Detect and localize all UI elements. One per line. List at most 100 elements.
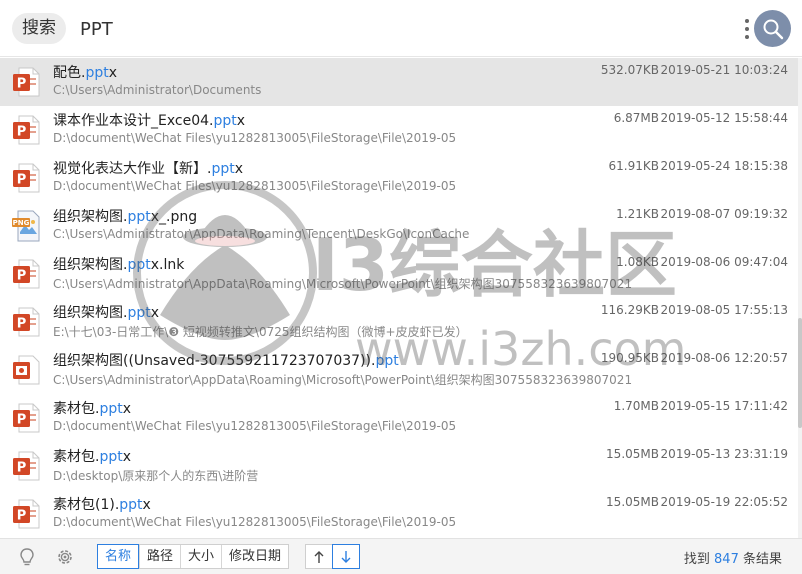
sort-ascending-button[interactable]	[306, 545, 332, 568]
scrollbar[interactable]	[798, 58, 802, 538]
result-row[interactable]: P 组织架构图.pptx E:\十七\03-日常工作\❸ 短视频转推文\0725组织…	[0, 298, 798, 346]
file-name: 课本作业本设计_Exce04.pptx	[53, 110, 245, 130]
svg-text:P: P	[17, 125, 27, 140]
file-name: 配色.pptx	[53, 62, 117, 82]
file-name-part: x_.png	[150, 209, 198, 225]
result-count-text: 找到 847 条结果	[684, 548, 782, 567]
file-name-part: x	[122, 401, 132, 417]
lightbulb-icon[interactable]	[17, 547, 37, 567]
result-row[interactable]: P 组织架构图.pptx.lnk C:\Users\Administrator\Ap…	[0, 250, 798, 298]
result-row[interactable]: 组织架构图((Unsaved-307559211723707037)).ppt C…	[0, 346, 798, 394]
match-highlight: ppt	[127, 209, 151, 225]
result-row[interactable]: P 素材包.pptx D:\document\WeChat Files\yu1282…	[0, 394, 798, 442]
result-count: 847	[714, 552, 739, 567]
file-path: C:\Users\Administrator\Documents	[53, 83, 262, 97]
scrollbar-thumb[interactable]	[798, 318, 802, 428]
match-highlight: ppt	[99, 401, 123, 417]
arrow-up-icon	[314, 550, 324, 563]
ppt-file-icon: P	[13, 307, 40, 337]
svg-text:P: P	[17, 269, 27, 284]
result-list: P 配色.pptx C:\Users\Administrator\Documents…	[0, 58, 798, 538]
file-name: 组织架构图.pptx	[53, 302, 159, 322]
match-highlight: ppt	[85, 65, 109, 81]
file-name-part: 组织架构图((Unsaved-307559211723707037)).	[53, 353, 376, 369]
file-name: 视觉化表达大作业【新】.pptx	[53, 158, 243, 178]
svg-text:PNG: PNG	[13, 219, 30, 227]
ppt-file-icon: P	[13, 163, 40, 193]
file-name-part: x	[142, 497, 151, 513]
result-suffix: 条结果	[738, 552, 782, 567]
file-size: 190.95KB	[600, 351, 659, 365]
svg-text:P: P	[17, 173, 27, 188]
match-highlight: ppt	[211, 161, 235, 177]
sort-option-button[interactable]: 名称	[97, 544, 140, 569]
file-path: E:\十七\03-日常工作\❸ 短视频转推文\0725组织结构图（微博+皮皮虾已…	[53, 325, 468, 339]
ppt-file-icon: P	[13, 67, 40, 97]
result-row[interactable]: PNG 组织架构图.pptx_.png C:\Users\Administrator…	[0, 202, 798, 250]
file-size: 15.05MB	[606, 447, 659, 461]
file-name-part: 视觉化表达大作业【新】.	[53, 161, 212, 177]
search-input[interactable]	[80, 13, 720, 45]
file-size: 1.08KB	[616, 255, 659, 269]
match-highlight: ppt	[375, 353, 399, 369]
file-name-part: x	[150, 305, 160, 321]
sort-direction-group	[305, 544, 360, 569]
sort-option-button[interactable]: 大小	[180, 545, 221, 568]
file-size: 532.07KB	[600, 63, 659, 77]
file-size: 6.87MB	[613, 111, 659, 125]
file-path: D:\document\WeChat Files\yu1282813005\Fi…	[53, 515, 457, 529]
file-name: 素材包.pptx	[53, 446, 131, 466]
file-size: 116.29KB	[600, 303, 659, 317]
sort-option-button[interactable]: 修改日期	[221, 545, 288, 568]
gear-icon[interactable]	[55, 547, 75, 567]
match-highlight: ppt	[127, 305, 151, 321]
modified-date: 2019-08-07 09:19:32	[660, 207, 788, 221]
magnifier-icon	[763, 19, 783, 39]
svg-text:P: P	[17, 413, 27, 428]
file-path: D:\document\WeChat Files\yu1282813005\Fi…	[53, 131, 457, 145]
result-row[interactable]: P 配色.pptx C:\Users\Administrator\Documents…	[0, 58, 798, 106]
sort-field-group: 名称 路径 大小 修改日期	[97, 544, 290, 569]
search-mode-label[interactable]: 搜索	[12, 13, 66, 44]
file-path: D:\document\WeChat Files\yu1282813005\Fi…	[53, 179, 457, 193]
file-name-part: 素材包.	[53, 449, 100, 465]
modified-date: 2019-05-15 17:11:42	[660, 399, 788, 413]
file-name-part: 素材包.	[53, 401, 100, 417]
match-highlight: ppt	[213, 113, 237, 129]
modified-date: 2019-05-12 15:58:44	[660, 111, 788, 125]
search-bar: 搜索	[0, 0, 802, 57]
file-size: 15.05MB	[606, 495, 659, 509]
result-row[interactable]: P 课本作业本设计_Exce04.pptx D:\document\WeChat F…	[0, 106, 798, 154]
match-highlight: ppt	[99, 449, 123, 465]
modified-date: 2019-08-06 09:47:04	[660, 255, 788, 269]
ppt-file-icon: P	[13, 451, 40, 481]
file-name: 素材包(1).pptx	[53, 494, 151, 514]
sort-descending-button[interactable]	[332, 544, 360, 569]
result-row[interactable]: P 素材包(1).pptx D:\document\WeChat Files\yu1…	[0, 490, 798, 538]
result-prefix: 找到	[683, 552, 715, 567]
match-highlight: ppt	[119, 497, 143, 513]
file-size: 1.21KB	[616, 207, 659, 221]
file-name: 素材包.pptx	[53, 398, 131, 418]
file-size: 1.70MB	[613, 399, 659, 413]
file-name-part: x	[236, 113, 246, 129]
ppt-file-icon: P	[13, 259, 40, 289]
png-file-icon: PNG	[12, 210, 40, 242]
svg-text:P: P	[17, 317, 27, 332]
result-row[interactable]: P 素材包.pptx D:\desktop\原来那个人的东西\进阶营 15.05MB 2…	[0, 442, 798, 490]
result-row[interactable]: P 视觉化表达大作业【新】.pptx D:\document\WeChat File…	[0, 154, 798, 202]
modified-date: 2019-05-19 22:05:52	[660, 495, 788, 509]
modified-date: 2019-08-05 17:55:13	[660, 303, 788, 317]
match-highlight: ppt	[127, 257, 151, 273]
file-name-part: 配色.	[53, 65, 86, 81]
file-name-part: 组织架构图.	[53, 305, 128, 321]
more-vertical-icon[interactable]	[742, 16, 752, 42]
search-button[interactable]	[754, 10, 791, 47]
ppt-legacy-file-icon	[13, 355, 40, 385]
file-path: C:\Users\Administrator\AppData\Roaming\M…	[53, 373, 633, 387]
modified-date: 2019-08-06 12:20:57	[660, 351, 788, 365]
file-path: D:\desktop\原来那个人的东西\进阶营	[53, 469, 259, 483]
ppt-file-icon: P	[13, 499, 40, 529]
svg-text:P: P	[17, 77, 27, 92]
sort-option-button[interactable]: 路径	[139, 545, 180, 568]
